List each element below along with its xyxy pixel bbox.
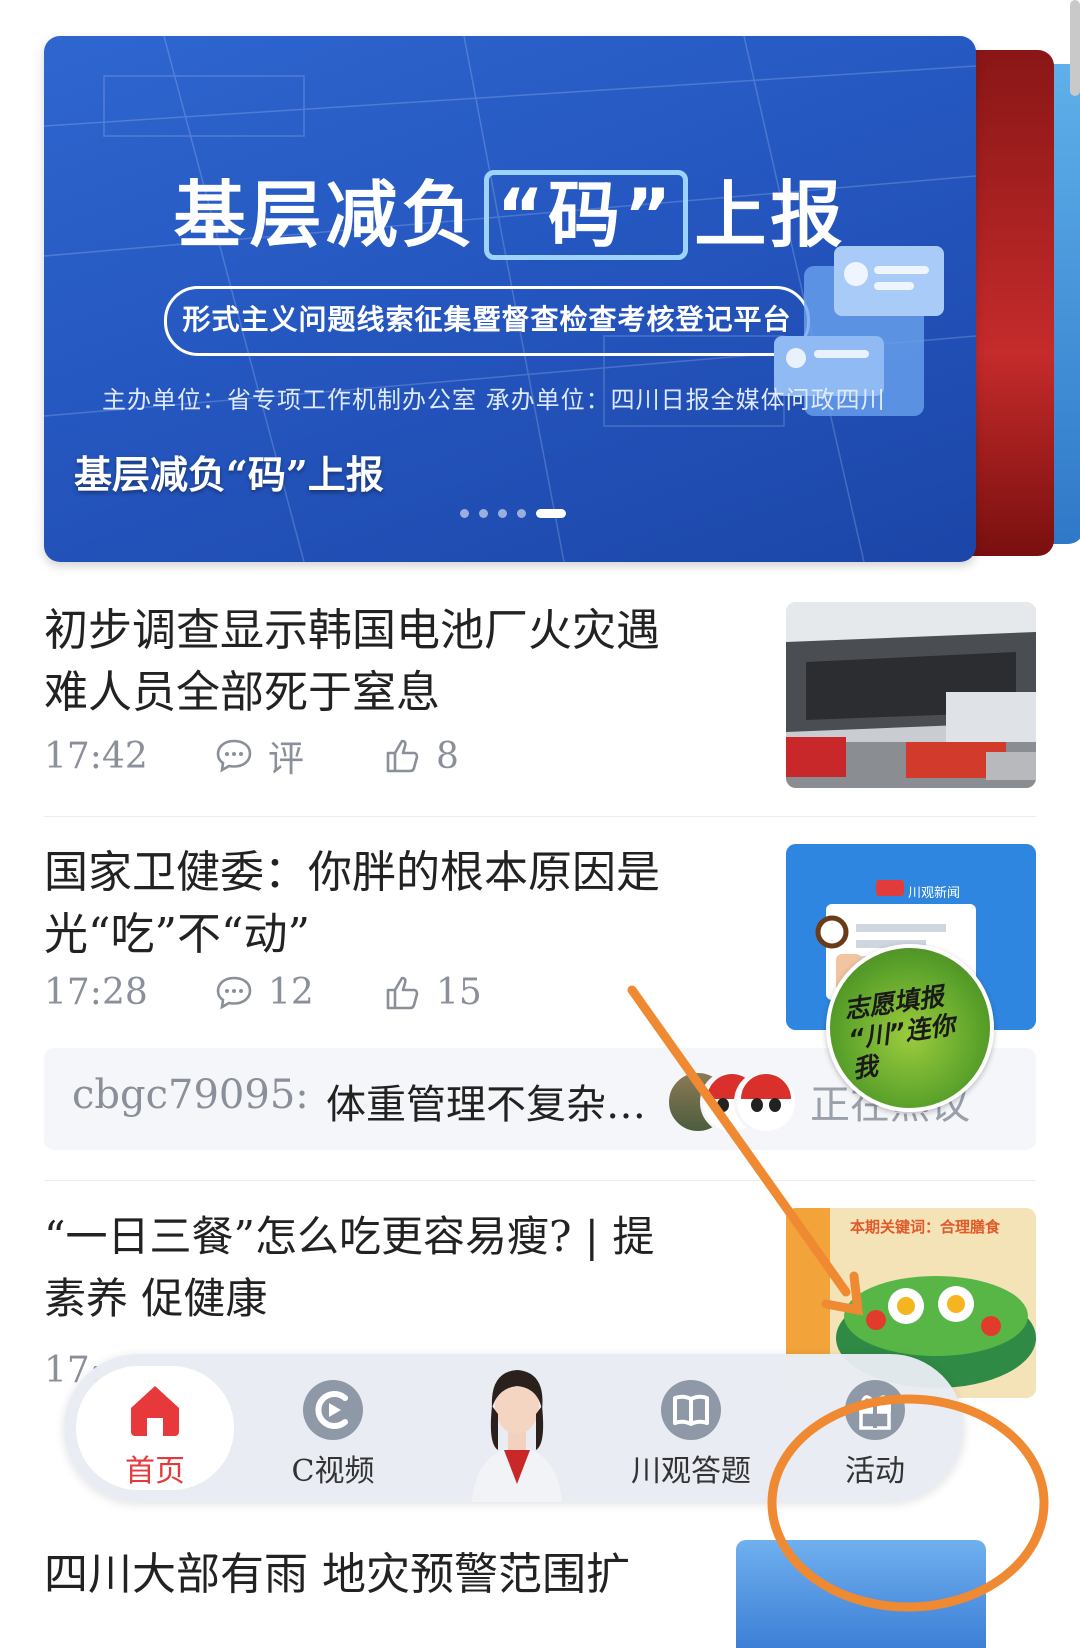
news-comment-count[interactable]: 12 [268, 972, 314, 1013]
carousel-dot[interactable] [460, 508, 469, 518]
commenter-avatars [666, 1070, 798, 1134]
nav-item-home[interactable]: 首页 [70, 1354, 240, 1502]
book-icon [661, 1380, 721, 1440]
gift-icon [845, 1380, 905, 1440]
news-meta: 17:28 12 15 [44, 972, 482, 1013]
comment-username[interactable]: cbgc79095: [72, 1072, 309, 1118]
news-title[interactable]: “一日三餐”怎么吃更容易瘦? | 提素养 促健康 [44, 1206, 694, 1330]
video-icon [303, 1380, 363, 1440]
home-icon [131, 1386, 179, 1436]
news-item[interactable]: 初步调查显示韩国电池厂火灾遇难人员全部死于窒息 17:42 评 8 [44, 600, 1036, 790]
nav-item-quiz[interactable]: 川观答题 [606, 1354, 776, 1502]
news-comment-count[interactable]: 评 [268, 730, 304, 782]
news-like-count[interactable]: 8 [436, 736, 459, 777]
news-time: 17:42 [44, 735, 148, 777]
thumb-logo-label: 川观新闻 [908, 886, 961, 901]
divider [44, 816, 1036, 817]
ai-assistant-avatar[interactable] [462, 1354, 572, 1502]
bottom-navigation-bar: 首页 C视频 川观答题 活动 [64, 1354, 964, 1502]
nav-label: C视频 [291, 1454, 375, 1489]
news-thumbnail-partial[interactable] [736, 1540, 986, 1648]
avatar [734, 1070, 798, 1134]
banner-subtitle: 形式主义问题线索征集暨督查检查考核登记平台 [164, 286, 810, 356]
comment-text[interactable]: 体重管理不复杂… [326, 1072, 646, 1130]
carousel-dot-active[interactable] [536, 508, 566, 518]
carousel-dot[interactable] [498, 508, 507, 518]
banner-caption: 基层减负“码”上报 [74, 452, 384, 497]
carousel-dot[interactable] [517, 508, 526, 518]
nav-item-activity[interactable]: 活动 [790, 1354, 960, 1502]
panda-avatar-icon [739, 1074, 793, 1129]
nav-label: 首页 [125, 1454, 185, 1489]
comment-icon[interactable] [214, 736, 254, 776]
news-title[interactable]: 初步调查显示韩国电池厂火灾遇难人员全部死于窒息 [44, 600, 694, 724]
comment-icon[interactable] [214, 973, 254, 1013]
news-meta: 17:42 评 8 [44, 730, 459, 782]
banner-headline-pre: 基层减负 [173, 173, 478, 257]
thumbs-up-icon[interactable] [382, 736, 422, 776]
assistant-figure [472, 1370, 562, 1502]
nav-item-cvideo[interactable]: C视频 [248, 1354, 418, 1502]
banner-organizers: 主办单位：省专项工作机制办公室 承办单位：四川日报全媒体问政四川 [102, 386, 886, 414]
factory-fire-photo [786, 602, 1036, 788]
activity-floating-sticker[interactable]: 志愿填报 “川”连你我 [826, 944, 994, 1112]
nav-label: 川观答题 [631, 1454, 751, 1489]
news-time: 17:28 [44, 972, 148, 1013]
divider [44, 1180, 1036, 1181]
carousel-dots [460, 508, 566, 518]
banner-carousel[interactable]: 基层减负 “码” 上报 形式主义问题线索征集暨督查检查考核登记平台 主办单位：省专项… [44, 36, 1080, 562]
thumb-keyword-label: 本期关键词：合理膳食 [850, 1218, 1001, 1236]
carousel-dot[interactable] [479, 508, 488, 518]
news-title[interactable]: 国家卫健委：你胖的根本原因是光“吃”不“动” [44, 842, 694, 966]
sticker-text: 志愿填报 “川”连你我 [842, 981, 957, 1084]
nav-label: 活动 [845, 1454, 905, 1489]
banner-headline-key: “码” [483, 170, 689, 260]
thumbs-up-icon[interactable] [382, 973, 422, 1013]
scrollbar[interactable] [1070, 0, 1080, 96]
news-like-count[interactable]: 15 [436, 972, 482, 1013]
news-thumbnail[interactable] [786, 602, 1036, 788]
news-title-partial[interactable]: 四川大部有雨 地灾预警范围扩 [44, 1538, 630, 1602]
banner-card[interactable]: 基层减负 “码” 上报 形式主义问题线索征集暨督查检查考核登记平台 主办单位：省专项… [44, 36, 976, 562]
